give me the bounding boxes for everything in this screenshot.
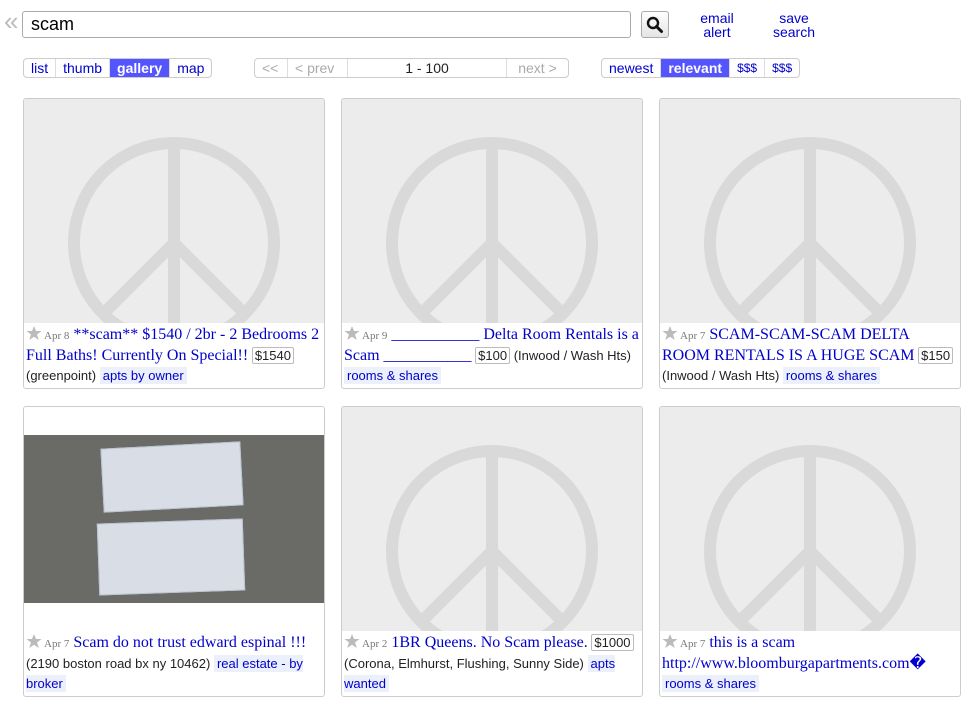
listing-price: $150 <box>918 347 954 364</box>
view-map[interactable]: map <box>170 59 211 77</box>
listing-date: Apr 9 <box>362 330 388 342</box>
save-search-line2: search <box>772 24 816 40</box>
receipt-image-top <box>100 441 244 513</box>
pager-range: 1 - 100 <box>348 59 507 77</box>
listing-image[interactable] <box>24 99 324 323</box>
star-icon[interactable] <box>344 633 360 649</box>
listing-card[interactable]: Apr 2 1BR Queens. No Scam please. $1000 (… <box>341 406 643 697</box>
star-icon[interactable] <box>26 325 42 341</box>
listing-title[interactable]: 1BR Queens. No Scam please. <box>391 634 587 651</box>
listing-location: (Inwood / Wash Hts) <box>662 368 780 383</box>
listing-info: Apr 8 **scam** $1540 / 2br - 2 Bedrooms 2… <box>26 325 322 386</box>
save-search-link[interactable]: save search <box>770 11 818 39</box>
listing-image[interactable] <box>342 407 642 631</box>
star-icon[interactable] <box>662 325 678 341</box>
listing-date: Apr 7 <box>44 638 70 650</box>
star-icon[interactable] <box>344 325 360 341</box>
email-alert-line2: alert <box>703 24 731 40</box>
receipt-photo <box>24 435 324 603</box>
listing-info: Apr 7 Scam do not trust edward espinal !!… <box>26 633 322 694</box>
peace-sign-icon <box>386 137 598 323</box>
pager-prev[interactable]: < prev <box>288 59 348 77</box>
peace-sign-icon <box>704 445 916 631</box>
email-alert-link[interactable]: email alert <box>699 11 735 39</box>
listing-card[interactable]: Apr 7 SCAM-SCAM-SCAM DELTA ROOM RENTALS I… <box>659 98 961 389</box>
listing-date: Apr 8 <box>44 330 70 342</box>
listing-price: $1000 <box>591 634 634 651</box>
view-gallery[interactable]: gallery <box>110 59 171 77</box>
save-search-line1: save <box>779 10 809 26</box>
sort-price-low[interactable]: $$$ <box>730 59 766 77</box>
listing-image[interactable] <box>24 407 324 631</box>
pager-next[interactable]: next > <box>507 59 568 77</box>
view-thumb[interactable]: thumb <box>56 59 111 77</box>
pager: << < prev 1 - 100 next > <box>254 58 569 78</box>
receipt-image-bottom <box>96 518 246 596</box>
view-list[interactable]: list <box>24 59 57 77</box>
listing-card[interactable]: Apr 7 Scam do not trust edward espinal !!… <box>23 406 325 697</box>
search-button[interactable] <box>641 11 669 38</box>
sort-switch: newest relevant $$$ $$$ <box>601 58 801 78</box>
star-icon[interactable] <box>26 633 42 649</box>
listing-location: (2190 boston road bx ny 10462) <box>26 656 211 671</box>
sort-relevant[interactable]: relevant <box>661 59 731 77</box>
back-chevron-icon[interactable]: « <box>4 8 19 34</box>
listing-date: Apr 7 <box>680 330 706 342</box>
listing-category[interactable]: rooms & shares <box>344 367 442 384</box>
listing-date: Apr 7 <box>680 638 706 650</box>
magnifier-icon <box>646 16 663 33</box>
listing-info: Apr 2 1BR Queens. No Scam please. $1000 (… <box>344 633 640 694</box>
peace-sign-icon <box>704 137 916 323</box>
listing-card[interactable]: Apr 9 ___________ Delta Room Rentals is a… <box>341 98 643 389</box>
listing-image[interactable] <box>660 407 960 631</box>
listing-image[interactable] <box>660 99 960 323</box>
star-icon[interactable] <box>662 633 678 649</box>
listing-location: (Inwood / Wash Hts) <box>513 348 631 363</box>
sort-newest[interactable]: newest <box>602 59 662 77</box>
listing-card[interactable]: Apr 8 **scam** $1540 / 2br - 2 Bedrooms 2… <box>23 98 325 389</box>
listing-category[interactable]: rooms & shares <box>782 367 880 384</box>
view-mode-switch: list thumb gallery map <box>23 58 213 78</box>
listing-price: $1540 <box>251 347 294 364</box>
listing-date: Apr 2 <box>362 638 388 650</box>
listing-location: (Corona, Elmhurst, Flushing, Sunny Side) <box>344 656 584 671</box>
listing-category[interactable]: apts by owner <box>99 367 187 384</box>
listing-price: $100 <box>475 347 511 364</box>
listing-info: Apr 9 ___________ Delta Room Rentals is a… <box>344 325 640 386</box>
listing-title[interactable]: Scam do not trust edward espinal !!! <box>73 634 306 651</box>
email-alert-line1: email <box>700 10 734 26</box>
search-input[interactable] <box>22 11 631 38</box>
peace-sign-icon <box>68 137 280 323</box>
listing-category[interactable]: rooms & shares <box>662 675 760 692</box>
listing-image[interactable] <box>342 99 642 323</box>
listing-info: Apr 7 SCAM-SCAM-SCAM DELTA ROOM RENTALS I… <box>662 325 958 386</box>
listing-location: (greenpoint) <box>26 368 97 383</box>
pager-first[interactable]: << <box>255 59 288 77</box>
sort-price-high[interactable]: $$$ <box>765 59 799 77</box>
peace-sign-icon <box>386 445 598 631</box>
listing-card[interactable]: Apr 7 this is a scam http://www.bloomburg… <box>659 406 961 697</box>
listing-info: Apr 7 this is a scam http://www.bloomburg… <box>662 633 958 694</box>
